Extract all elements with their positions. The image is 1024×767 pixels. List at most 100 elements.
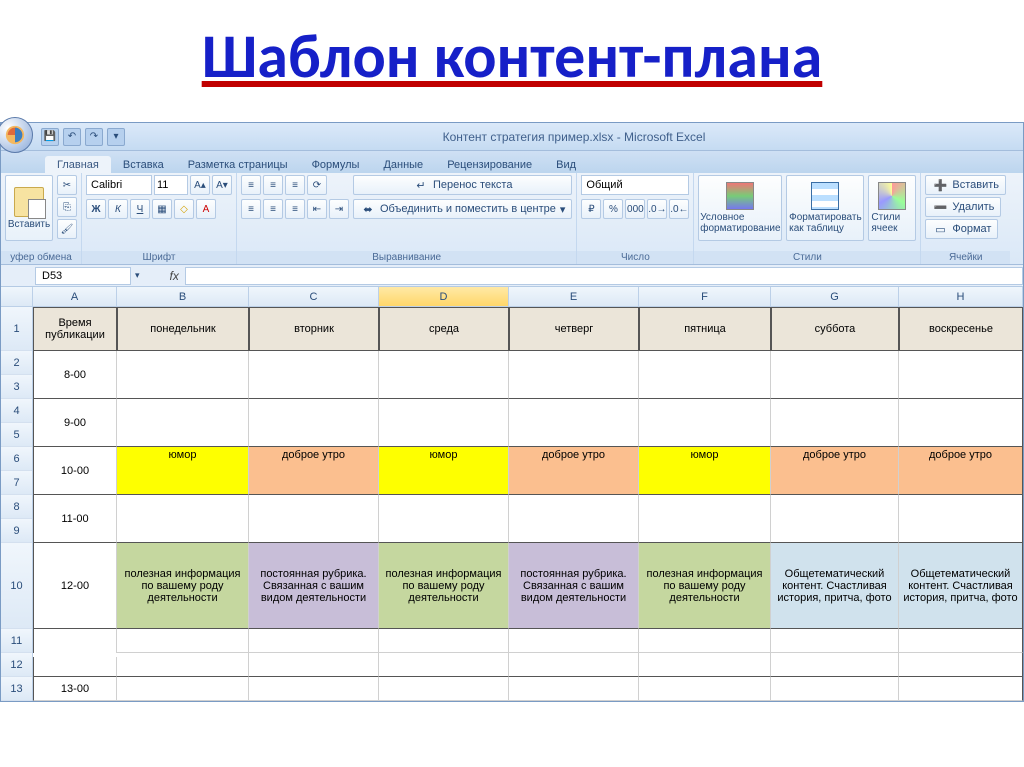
- qat-dropdown-icon[interactable]: ▾: [107, 128, 125, 146]
- align-right-icon[interactable]: ≡: [285, 199, 305, 219]
- data-cell[interactable]: [379, 653, 509, 677]
- formula-input[interactable]: [185, 267, 1023, 285]
- border-icon[interactable]: ▦: [152, 199, 172, 219]
- data-cell[interactable]: [509, 677, 639, 701]
- data-cell[interactable]: [509, 653, 639, 677]
- data-cell[interactable]: [899, 653, 1023, 677]
- table-header-cell[interactable]: среда: [379, 307, 509, 351]
- data-cell[interactable]: [899, 677, 1023, 701]
- insert-cells-button[interactable]: ➕Вставить: [925, 175, 1006, 195]
- percent-icon[interactable]: %: [603, 199, 623, 219]
- data-cell[interactable]: доброе утро: [249, 447, 379, 495]
- col-header-C[interactable]: C: [249, 287, 379, 307]
- italic-button[interactable]: К: [108, 199, 128, 219]
- data-cell[interactable]: [117, 495, 249, 543]
- data-cell[interactable]: [509, 399, 639, 447]
- row-header[interactable]: 13: [1, 677, 32, 701]
- data-cell[interactable]: [117, 653, 249, 677]
- cell-styles-button[interactable]: Стили ячеек: [868, 175, 916, 241]
- align-middle-icon[interactable]: ≡: [263, 175, 283, 195]
- data-cell[interactable]: [509, 351, 639, 399]
- paste-button[interactable]: Вставить: [5, 175, 53, 241]
- tab-page-layout[interactable]: Разметка страницы: [176, 156, 300, 173]
- name-box[interactable]: D53: [35, 267, 131, 285]
- table-header-cell[interactable]: Время публикации: [33, 307, 117, 351]
- data-cell[interactable]: [509, 495, 639, 543]
- data-cell[interactable]: полезная информация по вашему роду деяте…: [117, 543, 249, 629]
- row-header[interactable]: 8: [1, 495, 32, 519]
- table-header-cell[interactable]: вторник: [249, 307, 379, 351]
- data-cell[interactable]: постоянная рубрика. Связанная с вашим ви…: [249, 543, 379, 629]
- data-cell[interactable]: постоянная рубрика. Связанная с вашим ви…: [509, 543, 639, 629]
- data-cell[interactable]: [379, 351, 509, 399]
- data-cell[interactable]: [249, 653, 379, 677]
- table-header-cell[interactable]: пятница: [639, 307, 771, 351]
- data-cell[interactable]: [249, 399, 379, 447]
- underline-button[interactable]: Ч: [130, 199, 150, 219]
- data-cell[interactable]: [771, 629, 899, 653]
- row-header[interactable]: 5: [1, 423, 32, 447]
- time-cell[interactable]: 10-00: [33, 447, 117, 495]
- row-header[interactable]: 12: [1, 653, 32, 677]
- align-bottom-icon[interactable]: ≡: [285, 175, 305, 195]
- row-header[interactable]: 6: [1, 447, 32, 471]
- redo-icon[interactable]: ↷: [85, 128, 103, 146]
- data-cell[interactable]: юмор: [639, 447, 771, 495]
- data-cell[interactable]: [639, 351, 771, 399]
- data-cell[interactable]: [117, 629, 249, 653]
- data-cell[interactable]: [509, 629, 639, 653]
- indent-inc-icon[interactable]: ⇥: [329, 199, 349, 219]
- align-left-icon[interactable]: ≡: [241, 199, 261, 219]
- data-cell[interactable]: доброе утро: [899, 447, 1023, 495]
- data-cell[interactable]: полезная информация по вашему роду деяте…: [379, 543, 509, 629]
- align-top-icon[interactable]: ≡: [241, 175, 261, 195]
- data-cell[interactable]: [379, 629, 509, 653]
- col-header-F[interactable]: F: [639, 287, 771, 307]
- office-button[interactable]: [0, 117, 33, 153]
- time-cell[interactable]: 12-00: [33, 543, 117, 629]
- data-cell[interactable]: юмор: [117, 447, 249, 495]
- data-cell[interactable]: [899, 351, 1023, 399]
- tab-view[interactable]: Вид: [544, 156, 588, 173]
- save-icon[interactable]: 💾: [41, 128, 59, 146]
- row-header[interactable]: 7: [1, 471, 32, 495]
- conditional-format-button[interactable]: Условное форматирование: [698, 175, 782, 241]
- select-all-corner[interactable]: [1, 287, 33, 307]
- data-cell[interactable]: [249, 629, 379, 653]
- grow-font-icon[interactable]: A▴: [190, 175, 210, 195]
- col-header-B[interactable]: B: [117, 287, 249, 307]
- data-cell[interactable]: [771, 677, 899, 701]
- data-cell[interactable]: [771, 399, 899, 447]
- tab-home[interactable]: Главная: [45, 156, 111, 173]
- data-cell[interactable]: [899, 399, 1023, 447]
- col-header-H[interactable]: H: [899, 287, 1023, 307]
- row-header[interactable]: 9: [1, 519, 32, 543]
- align-center-icon[interactable]: ≡: [263, 199, 283, 219]
- font-size-select[interactable]: [154, 175, 188, 195]
- data-cell[interactable]: [771, 653, 899, 677]
- data-cell[interactable]: [771, 351, 899, 399]
- data-cell[interactable]: [249, 677, 379, 701]
- number-format-select[interactable]: [581, 175, 689, 195]
- data-cell[interactable]: доброе утро: [509, 447, 639, 495]
- decrease-decimal-icon[interactable]: .0←: [669, 199, 689, 219]
- data-cell[interactable]: [899, 495, 1023, 543]
- data-cell[interactable]: [899, 629, 1023, 653]
- data-cell[interactable]: [639, 495, 771, 543]
- data-cell[interactable]: [639, 399, 771, 447]
- undo-icon[interactable]: ↶: [63, 128, 81, 146]
- data-cell[interactable]: [249, 495, 379, 543]
- fill-color-icon[interactable]: ◇: [174, 199, 194, 219]
- tab-review[interactable]: Рецензирование: [435, 156, 544, 173]
- time-cell[interactable]: 11-00: [33, 495, 117, 543]
- merge-center-button[interactable]: ⬌Объединить и поместить в центре ▾: [353, 199, 572, 219]
- font-name-select[interactable]: [86, 175, 152, 195]
- fx-icon[interactable]: fx: [170, 269, 179, 283]
- format-painter-icon[interactable]: 🖌: [57, 219, 77, 239]
- format-as-table-button[interactable]: Форматировать как таблицу: [786, 175, 864, 241]
- col-header-G[interactable]: G: [771, 287, 899, 307]
- data-cell[interactable]: полезная информация по вашему роду деяте…: [639, 543, 771, 629]
- col-header-D[interactable]: D: [379, 287, 509, 307]
- tab-insert[interactable]: Вставка: [111, 156, 176, 173]
- data-cell[interactable]: [639, 629, 771, 653]
